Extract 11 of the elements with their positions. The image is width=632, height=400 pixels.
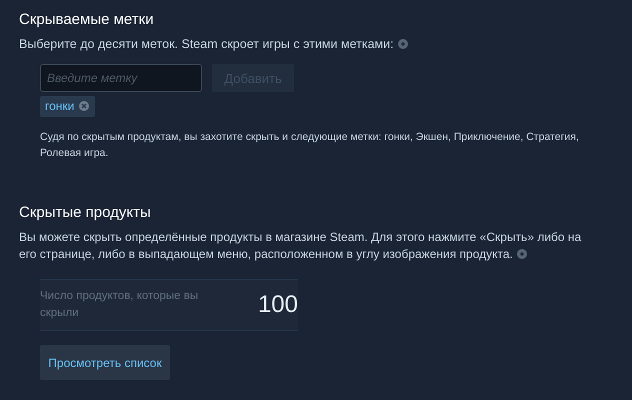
tag-label: гонки (45, 99, 74, 113)
section-title: Скрытые продукты (19, 204, 152, 221)
view-list-button[interactable]: Просмотреть список (40, 345, 170, 380)
section-description: Выберите до десяти меток. Steam скроет игры с этими метками: (19, 37, 394, 51)
suggestion-text: Судя по скрытым продуктам, вы захотите скрыть и следующие метки: гонки, Экшен, Приключение, Стратегия, Ролевая игра. (40, 130, 580, 161)
remove-icon[interactable] (79, 101, 90, 111)
stat-value: 100 (258, 291, 298, 319)
stat-label: Число продуктов, которые вы скрыли (40, 289, 200, 321)
section-title: Скрываемые метки (19, 11, 155, 28)
section-description: Вы можете скрыть определённые продукты в магазине Steam. Для этого нажмите «Скрыть» либо на его странице, либо в выпадающем меню, расположенном в углу изображения продукта. (19, 229, 582, 263)
tag-input-field[interactable]: Введите метку (40, 64, 202, 92)
